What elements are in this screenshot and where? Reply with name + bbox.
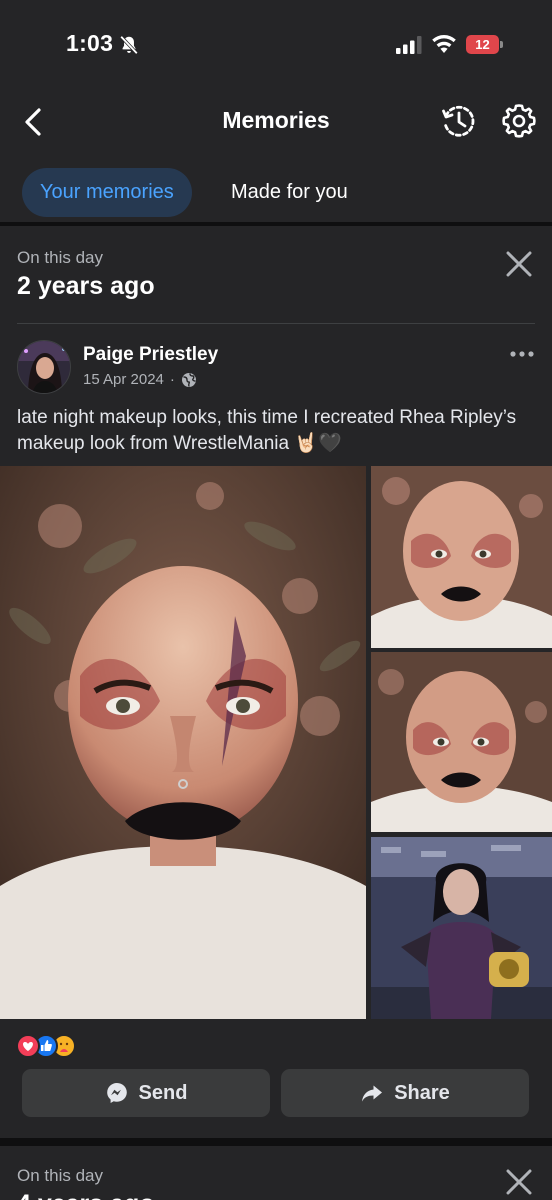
globe-icon xyxy=(181,372,196,387)
cellular-signal-icon xyxy=(396,36,422,54)
post-meta: 15 Apr 2024 · xyxy=(83,371,197,388)
battery-level: 12 xyxy=(475,37,490,52)
section-divider xyxy=(0,1138,552,1146)
love-reaction-icon xyxy=(16,1034,40,1058)
wifi-icon xyxy=(432,35,456,53)
memory-label: On this day xyxy=(17,1166,103,1185)
battery-icon: 12 xyxy=(466,35,503,54)
share-button[interactable]: Share xyxy=(281,1069,529,1117)
more-options-icon[interactable] xyxy=(505,344,539,364)
status-bar: 1:03 12 xyxy=(0,0,552,90)
post-photo-2[interactable] xyxy=(371,466,552,648)
divider xyxy=(17,323,535,324)
history-icon[interactable] xyxy=(440,102,478,140)
tab-made-for-you[interactable]: Made for you xyxy=(231,168,348,217)
navigation-bar: Memories xyxy=(0,92,552,152)
send-label: Send xyxy=(138,1081,188,1104)
close-icon[interactable] xyxy=(503,1166,535,1198)
memory-years-ago: 2 years ago xyxy=(17,272,155,300)
reaction-summary[interactable] xyxy=(16,1034,86,1060)
section-divider xyxy=(0,222,552,226)
share-arrow-icon xyxy=(362,1085,383,1102)
gear-icon[interactable] xyxy=(500,102,538,140)
avatar[interactable] xyxy=(17,340,71,394)
post-photo-4[interactable] xyxy=(371,837,552,1019)
status-time: 1:03 xyxy=(66,30,114,56)
close-icon[interactable] xyxy=(503,248,535,280)
messenger-icon xyxy=(106,1083,127,1103)
post-date[interactable]: 15 Apr 2024 xyxy=(83,371,164,388)
post-photo-main[interactable] xyxy=(0,466,366,1019)
post-author[interactable]: Paige Priestley xyxy=(83,344,218,366)
memory-label: On this day xyxy=(17,248,103,267)
memories-screen: 1:03 12 Memories Your memories Made for … xyxy=(0,0,552,1200)
meta-separator: · xyxy=(169,371,175,388)
memories-tabs: Your memories Made for you xyxy=(0,168,552,218)
tab-your-memories[interactable]: Your memories xyxy=(22,168,192,217)
send-button[interactable]: Send xyxy=(22,1069,270,1117)
bell-slash-icon xyxy=(120,35,138,55)
share-label: Share xyxy=(394,1081,450,1104)
post-text: late night makeup looks, this time I rec… xyxy=(17,407,517,454)
memory-years-ago: 4 years ago xyxy=(17,1190,155,1200)
post-photo-3[interactable] xyxy=(371,652,552,832)
